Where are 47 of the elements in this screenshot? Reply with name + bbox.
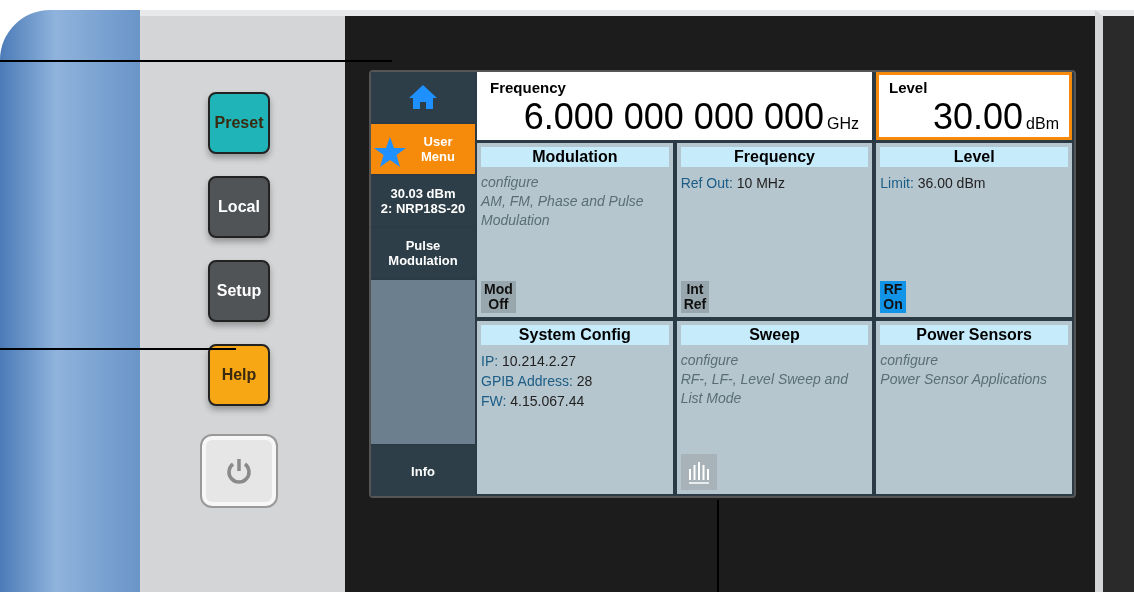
hardware-key[interactable]: Preset [208, 92, 270, 154]
function-tile[interactable]: Frequency Ref Out: 10 MHz Int Ref [676, 143, 873, 317]
unit-label: dBm [1026, 115, 1059, 133]
frequency-field[interactable]: Frequency 6.000 000 000 000 GHz [477, 72, 872, 140]
home-button[interactable] [371, 72, 475, 122]
sweep-button[interactable] [680, 454, 717, 490]
function-tile[interactable]: Modulation configure AM, FM, Phase and Pulse Modulation Mod Off [477, 143, 673, 317]
tile-title: Modulation [481, 147, 669, 167]
tile-title: System Config [481, 324, 669, 345]
hint-text: configure [481, 173, 540, 192]
sidebar-button[interactable]: Pulse Modulation [371, 228, 475, 278]
field-label: Frequency [490, 79, 566, 96]
function-tile[interactable]: Power Sensors configure Power Sensor Applications [876, 320, 1072, 494]
parameter-text: IP: 10.214.2.27 [481, 351, 577, 371]
sidebar-button[interactable]: Info [371, 446, 475, 496]
hint-text: Power Sensor Applications [880, 369, 1049, 389]
unit-label: GHz [827, 115, 859, 133]
power-icon [224, 456, 254, 486]
field-value: 6.000 000 000 000 [523, 96, 824, 138]
toggle-button[interactable]: RF On [880, 280, 906, 313]
function-tile[interactable]: Level Limit: 36.00 dBm RF On [876, 143, 1072, 317]
field-label: Level [889, 79, 928, 96]
function-tile[interactable]: System Config IP: 10.214.2.27 GPIB Address: 28 FW: 4.15.067.44 [477, 320, 673, 494]
level-field[interactable]: Level 30.00 dBm [876, 72, 1072, 140]
power-button[interactable] [202, 436, 276, 506]
parameter-text: Ref Out: 10 MHz [680, 174, 786, 193]
home-icon [408, 84, 438, 110]
parameter-text: FW: 4.15.067.44 [481, 391, 586, 411]
parameter-text: Limit: 36.00 dBm [880, 174, 987, 193]
hint-text: configure [680, 350, 740, 370]
hint-text: configure [880, 350, 939, 370]
field-value: 30.00 [933, 96, 1024, 138]
toggle-button[interactable]: Int Ref [680, 280, 710, 313]
sidebar-button[interactable]: 30.03 dBm 2: NRP18S-20 [371, 176, 475, 226]
hardware-key[interactable]: Setup [208, 260, 270, 322]
parameter-text: GPIB Address: 28 [481, 371, 594, 391]
toggle-button[interactable]: Mod Off [481, 280, 516, 313]
hint-text: AM, FM, Phase and Pulse Modulation [481, 192, 645, 230]
tile-title: Level [880, 147, 1068, 167]
function-tile[interactable]: Sweep configure RF-, LF-, Level Sweep and List Mode [676, 320, 873, 494]
hardware-key[interactable]: Local [208, 176, 270, 238]
star-icon [373, 136, 407, 168]
tile-title: Frequency [680, 147, 869, 167]
hint-text: RF-, LF-, Level Sweep and List Mode [680, 369, 850, 408]
tile-title: Sweep [680, 324, 869, 345]
hardware-key[interactable]: Help [208, 344, 270, 406]
tile-title: Power Sensors [880, 324, 1068, 345]
